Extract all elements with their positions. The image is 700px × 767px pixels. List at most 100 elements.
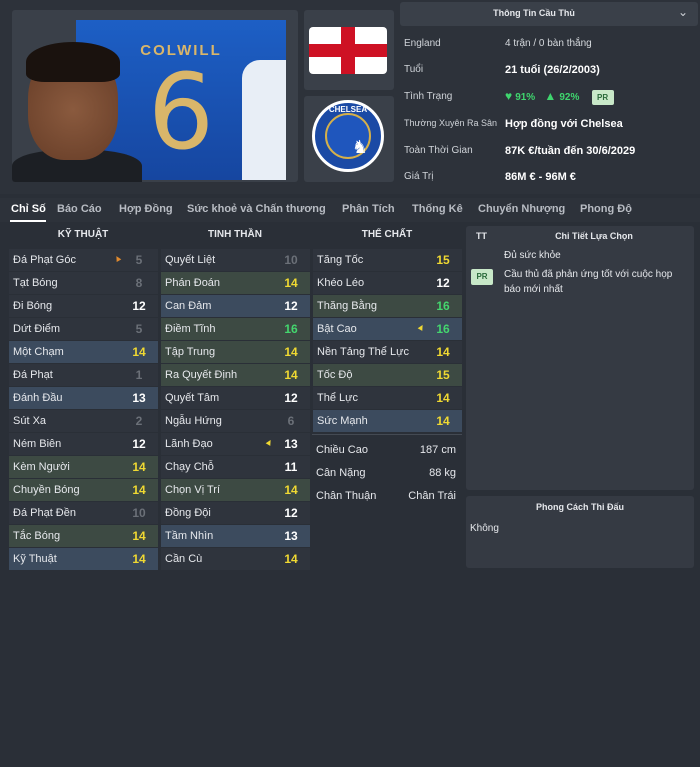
attribute-row[interactable]: Chuyền Bóng 14	[9, 479, 158, 501]
player-info-panel: Thông Tin Cầu Thủ ⌄ England 4 trận / 0 b…	[400, 0, 700, 194]
tab-analysis[interactable]: Phân Tích	[342, 203, 395, 215]
attribute-row[interactable]: Thăng Bằng 16	[313, 295, 462, 317]
attribute-name: Can Đảm	[165, 300, 212, 312]
attribute-row[interactable]: Tạt Bóng 8	[9, 272, 158, 294]
attribute-row[interactable]: Quyết Liệt 10	[161, 249, 310, 271]
attribute-row[interactable]: Dứt Điểm 5	[9, 318, 158, 340]
pr-badge[interactable]: PR	[591, 90, 614, 105]
tab-bar: Chỉ Số Báo Cáo Hợp Đồng Sức khoẻ và Chấn…	[0, 198, 700, 222]
tab-reports[interactable]: Báo Cáo	[57, 203, 102, 215]
attribute-row[interactable]: Bật Cao ▲ 16	[313, 318, 462, 340]
attribute-row[interactable]: Tầm Nhìn 13	[161, 525, 310, 547]
attribute-name: Một Chạm	[13, 346, 64, 358]
attribute-value: 12	[284, 391, 298, 405]
info-value: 21 tuổi (26/2/2003)	[505, 64, 600, 76]
info-row-nation[interactable]: England 4 trận / 0 bàn thắng	[404, 31, 694, 57]
player-info-header[interactable]: Thông Tin Cầu Thủ ⌄	[400, 2, 698, 26]
attribute-name: Sức Mạnh	[317, 415, 368, 427]
club-crest-card[interactable]: CHELSEA ♞	[304, 96, 394, 182]
detail-label: Chân Thuận	[316, 490, 377, 502]
attribute-value: 14	[132, 529, 146, 543]
attribute-row[interactable]: Sức Mạnh 14	[313, 410, 462, 432]
active-tab-indicator	[10, 220, 46, 222]
attribute-row[interactable]: Đá Phạt Góc ▲ 5	[9, 249, 158, 271]
attribute-row[interactable]: Điềm Tĩnh 16	[161, 318, 310, 340]
attribute-value: 12	[284, 299, 298, 313]
attribute-row[interactable]: Can Đảm 12	[161, 295, 310, 317]
tt-column-header: TT	[476, 231, 487, 241]
attribute-value: 5	[135, 322, 143, 336]
attribute-row[interactable]: Chạy Chỗ 11	[161, 456, 310, 478]
attribute-value: 15	[436, 368, 450, 382]
nation-flag-card[interactable]	[304, 10, 394, 90]
attribute-row[interactable]: Nền Tảng Thể Lực 14	[313, 341, 462, 363]
tab-contract[interactable]: Hợp Đồng	[119, 203, 173, 215]
tab-stats[interactable]: Thống Kê	[412, 203, 463, 215]
info-label: Giá Trị	[404, 171, 434, 182]
attribute-row[interactable]: Đánh Đầu 13	[9, 387, 158, 409]
attribute-row[interactable]: Đi Bóng 12	[9, 295, 158, 317]
attribute-name: Nền Tảng Thể Lực	[317, 346, 409, 358]
attribute-row[interactable]: Khéo Léo 12	[313, 272, 462, 294]
attribute-value: 14	[132, 552, 146, 566]
attribute-name: Tắc Bóng	[13, 530, 61, 542]
attribute-row[interactable]: Ra Quyết Định 14	[161, 364, 310, 386]
attribute-name: Bật Cao	[317, 323, 357, 335]
attribute-name: Tạt Bóng	[13, 277, 58, 289]
attribute-value: 2	[135, 414, 143, 428]
attribute-row[interactable]: Thể Lực 14	[313, 387, 462, 409]
attribute-row[interactable]: Ném Biên 12	[9, 433, 158, 455]
attribute-value: 8	[135, 276, 143, 290]
attribute-row[interactable]: Phán Đoán 14	[161, 272, 310, 294]
attribute-row[interactable]: Kỹ Thuật 14	[9, 548, 158, 570]
attribute-name: Chuyền Bóng	[13, 484, 80, 496]
tab-transfer[interactable]: Chuyển Nhượng	[478, 203, 565, 215]
pr-badge[interactable]: PR	[471, 269, 493, 285]
fitness-pct: 91%	[515, 92, 536, 103]
attribute-value: 12	[132, 299, 146, 313]
attribute-row[interactable]: Đồng Đội 12	[161, 502, 310, 524]
attribute-name: Tăng Tốc	[317, 254, 364, 266]
attribute-row[interactable]: Sút Xa 2	[9, 410, 158, 432]
up-arrow-icon: ▲	[544, 89, 557, 103]
player-info-title: Thông Tin Cầu Thủ	[493, 8, 575, 18]
tab-medical[interactable]: Sức khoẻ và Chấn thương	[187, 203, 326, 215]
selection-details-header: TT Chi Tiết Lựa Chọn	[466, 226, 694, 246]
attribute-name: Lãnh Đạo	[165, 438, 213, 450]
attribute-row[interactable]: Một Chạm 14	[9, 341, 158, 363]
tab-attributes[interactable]: Chỉ Số	[11, 203, 46, 215]
height-row: Chiều Cao 187 cm	[312, 439, 462, 461]
attribute-row[interactable]: Tập Trung 14	[161, 341, 310, 363]
attribute-row[interactable]: Ngẫu Hứng 6	[161, 410, 310, 432]
attribute-row[interactable]: Chọn Vị Trí 14	[161, 479, 310, 501]
attribute-row[interactable]: Lãnh Đạo ▲ 13	[161, 433, 310, 455]
attribute-row[interactable]: Đá Phạt Đền 10	[9, 502, 158, 524]
trend-arrow-icon: ▲	[111, 251, 124, 265]
attribute-name: Phán Đoán	[165, 277, 221, 289]
playing-style-value: Không	[470, 523, 499, 534]
attribute-value: 16	[436, 299, 450, 313]
attribute-row[interactable]: Cần Cù 14	[161, 548, 310, 570]
attribute-value: 14	[284, 368, 298, 382]
attribute-row[interactable]: Kèm Người 14	[9, 456, 158, 478]
attribute-value: 14	[132, 460, 146, 474]
attribute-name: Kỹ Thuật	[13, 553, 57, 565]
attribute-name: Thăng Bằng	[317, 300, 377, 312]
condition-values: ♥ 91% ▲ 92% PR	[505, 89, 614, 105]
physical-title: THỂ CHẤT	[361, 229, 413, 240]
attribute-row[interactable]: Đá Phạt 1	[9, 364, 158, 386]
attribute-row[interactable]: Tắc Bóng 14	[9, 525, 158, 547]
attribute-row[interactable]: Quyết Tâm 12	[161, 387, 310, 409]
attribute-value: 13	[284, 437, 298, 451]
attribute-name: Kèm Người	[13, 461, 70, 473]
chevron-down-icon[interactable]: ⌄	[678, 5, 688, 19]
attribute-row[interactable]: Tốc Độ 15	[313, 364, 462, 386]
attribute-row[interactable]: Tăng Tốc 15	[313, 249, 462, 271]
attribute-value: 5	[135, 253, 143, 267]
attribute-name: Đi Bóng	[13, 300, 53, 312]
info-value[interactable]: Hợp đồng với Chelsea	[505, 118, 623, 130]
info-value: 86M € - 96M €	[505, 171, 576, 183]
tab-form[interactable]: Phong Độ	[580, 203, 632, 215]
attribute-name: Cần Cù	[165, 553, 203, 565]
lion-icon: ♞	[351, 137, 369, 157]
